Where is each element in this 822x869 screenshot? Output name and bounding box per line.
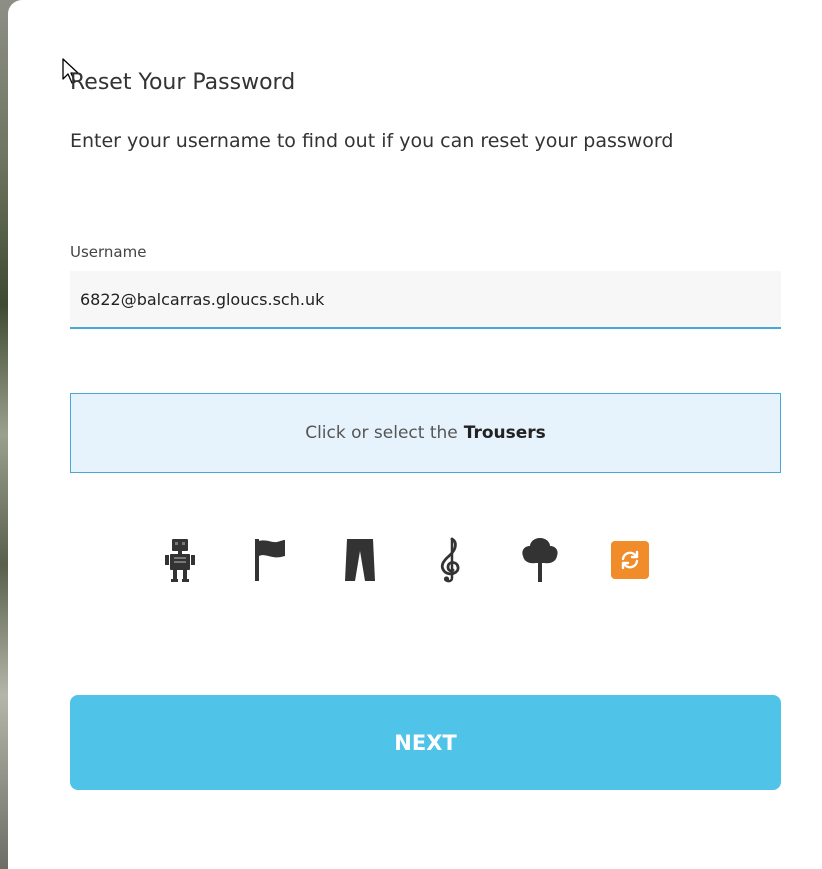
trousers-icon[interactable] xyxy=(340,530,380,590)
robot-icon[interactable] xyxy=(160,530,200,590)
next-button[interactable]: NEXT xyxy=(70,695,781,790)
captcha-prompt-text: Click or select the xyxy=(305,423,458,443)
refresh-icon xyxy=(611,541,649,579)
captcha-prompt: Click or select the Trousers xyxy=(70,393,781,473)
page-title: Reset Your Password xyxy=(70,70,296,95)
tree-icon[interactable] xyxy=(520,530,560,590)
captcha-icon-row xyxy=(160,530,720,590)
captcha-target-word: Trousers xyxy=(463,423,546,443)
background-image-strip xyxy=(0,0,22,869)
username-label: Username xyxy=(70,243,147,261)
treble-clef-icon[interactable] xyxy=(430,530,470,590)
page-description: Enter your username to find out if you c… xyxy=(70,130,674,152)
flag-icon[interactable] xyxy=(250,530,290,590)
refresh-captcha-button[interactable] xyxy=(610,530,650,590)
username-input[interactable] xyxy=(70,271,781,329)
